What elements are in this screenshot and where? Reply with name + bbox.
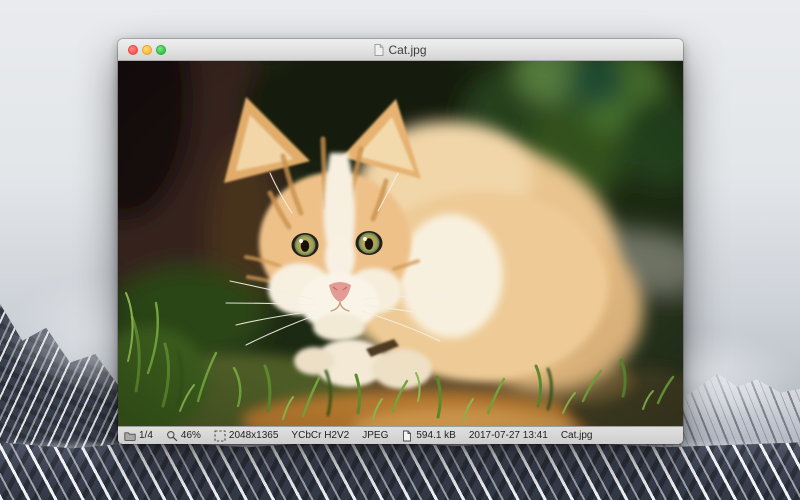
status-dimensions-value: 2048x1365 — [229, 430, 279, 441]
window-title: Cat.jpg — [388, 43, 426, 57]
file-icon — [401, 430, 413, 442]
window-titlebar[interactable]: Cat.jpg — [118, 39, 683, 61]
image-viewer-window: Cat.jpg — [118, 39, 683, 444]
status-format-value: JPEG — [362, 430, 388, 441]
folder-icon — [124, 430, 136, 442]
status-date: 2017-07-27 13:41 — [469, 430, 548, 441]
cat-photo — [118, 61, 683, 426]
status-zoom-level: 46% — [166, 430, 201, 442]
status-format: JPEG — [362, 430, 388, 441]
image-canvas[interactable] — [118, 61, 683, 426]
zoom-button[interactable] — [156, 45, 166, 55]
magnifier-icon — [166, 430, 178, 442]
status-colorspace: YCbCr H2V2 — [291, 430, 349, 441]
status-filesize: 594.1 kB — [401, 430, 455, 442]
close-button[interactable] — [128, 45, 138, 55]
selection-icon — [214, 430, 226, 442]
status-zoom-value: 46% — [181, 430, 201, 441]
status-filename: Cat.jpg — [561, 430, 593, 441]
status-filename-value: Cat.jpg — [561, 430, 593, 441]
minimize-button[interactable] — [142, 45, 152, 55]
status-date-value: 2017-07-27 13:41 — [469, 430, 548, 441]
status-page-index: 1/4 — [124, 430, 153, 442]
status-colorspace-value: YCbCr H2V2 — [291, 430, 349, 441]
document-proxy-icon — [374, 44, 384, 56]
status-dimensions: 2048x1365 — [214, 430, 279, 442]
wallpaper-mountain-bottom — [0, 440, 800, 500]
status-filesize-value: 594.1 kB — [416, 430, 455, 441]
status-bar: 1/4 46% 2048x1365 YCbCr H2V2 JPEG — [118, 426, 683, 444]
status-page-index-value: 1/4 — [139, 430, 153, 441]
